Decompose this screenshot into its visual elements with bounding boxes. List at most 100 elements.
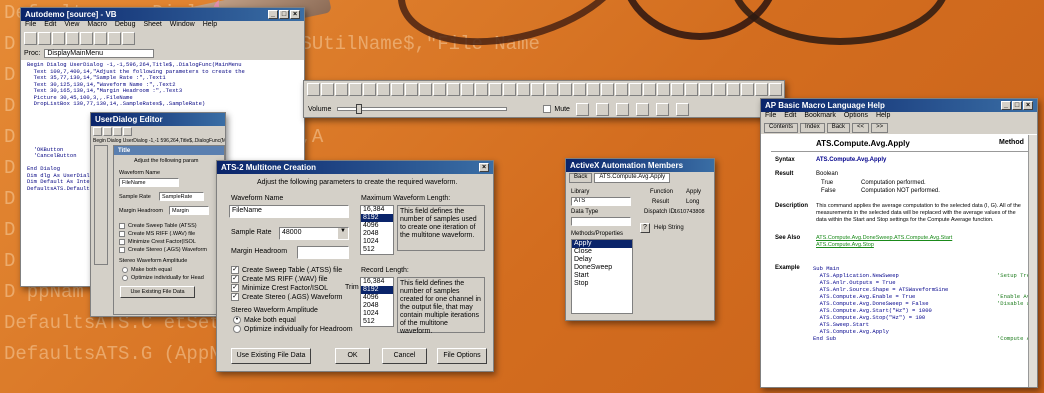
canvas-checkbox[interactable]: Create Sweep Table (ATSS): [119, 222, 207, 230]
method-item[interactable]: Delay: [572, 256, 632, 264]
help-nav-button[interactable]: <<: [852, 123, 870, 133]
tool-icon[interactable]: [615, 102, 629, 116]
toolbar-button-icon[interactable]: [391, 83, 404, 96]
minimize-icon[interactable]: _: [268, 10, 278, 19]
save-icon[interactable]: [52, 32, 65, 45]
list-item[interactable]: 4096: [361, 222, 393, 230]
maximize-icon[interactable]: □: [279, 10, 289, 19]
menu-item-sheet[interactable]: Sheet: [143, 21, 161, 31]
list-item[interactable]: 16,384: [361, 206, 393, 214]
waveform-name-input[interactable]: FileName: [229, 205, 349, 218]
toolbar-button-icon[interactable]: [713, 83, 726, 96]
menu-item-view[interactable]: View: [64, 21, 79, 31]
toolbar-button-icon[interactable]: [321, 83, 334, 96]
chevron-down-icon[interactable]: ▼: [338, 228, 348, 239]
tool-icon[interactable]: [655, 102, 669, 116]
run-icon[interactable]: [108, 32, 121, 45]
toolbar-button-icon[interactable]: [433, 83, 446, 96]
toolbar-button-icon[interactable]: [755, 83, 768, 96]
copy-icon[interactable]: [80, 32, 93, 45]
open-icon[interactable]: [38, 32, 51, 45]
toolbar-button-icon[interactable]: [741, 83, 754, 96]
toolbar-button-icon[interactable]: [573, 83, 586, 96]
canvas-checkbox[interactable]: Create Stereo (.AGS) Waveform: [119, 246, 207, 254]
list-item[interactable]: 4096: [361, 294, 393, 302]
tab-method[interactable]: ATS.Compute.Avg.Apply: [594, 173, 671, 183]
list-item[interactable]: 8192: [361, 214, 393, 222]
ok-button[interactable]: OK: [335, 348, 370, 364]
ats2-radio[interactable]: Optimize individually for Headroom: [233, 325, 353, 334]
ats2-checkbox[interactable]: ✓ Create Sweep Table (.ATSS) file: [231, 266, 343, 275]
list-item[interactable]: 512: [361, 246, 393, 254]
see-also-link[interactable]: ATS.Compute.Avg.DoneSweep.ATS.Compute.Av…: [816, 235, 952, 242]
canvas-use-existing-button[interactable]: Use Existing File Data: [120, 286, 195, 298]
help-menu-item-help[interactable]: Help: [876, 112, 890, 122]
toolbar-button-icon[interactable]: [601, 83, 614, 96]
ats2-radio[interactable]: • Make both equal: [233, 316, 353, 325]
tool-icon[interactable]: [635, 102, 649, 116]
cut-icon[interactable]: [66, 32, 79, 45]
list-item[interactable]: 2048: [361, 230, 393, 238]
help-menu-item-bookmark[interactable]: Bookmark: [804, 112, 836, 122]
canvas-checkbox[interactable]: Minimize Crest Factor(ISOL: [119, 238, 207, 246]
ats2-checkbox[interactable]: ✓ Minimize Crest Factor/ISOL: [231, 284, 343, 293]
file-options-button[interactable]: File Options: [437, 348, 487, 364]
paste-icon[interactable]: [94, 32, 107, 45]
menu-item-edit[interactable]: Edit: [44, 21, 56, 31]
toolbar-button-icon[interactable]: [517, 83, 530, 96]
use-existing-button[interactable]: Use Existing File Data: [231, 348, 311, 364]
menu-item-window[interactable]: Window: [170, 21, 195, 31]
cancel-button[interactable]: Cancel: [382, 348, 427, 364]
help-nav-button[interactable]: Index: [800, 123, 825, 133]
close-icon[interactable]: ×: [479, 163, 489, 172]
toolbar-button-icon[interactable]: [307, 83, 320, 96]
help-menu-item-edit[interactable]: Edit: [784, 112, 796, 122]
help-button[interactable]: ?: [640, 223, 650, 233]
toolbar-button-icon[interactable]: [447, 83, 460, 96]
method-item[interactable]: Start: [572, 272, 632, 280]
canvas-margin-input[interactable]: Margin: [169, 206, 209, 215]
sample-rate-select[interactable]: 48000 ▼: [279, 227, 349, 240]
toolbar-button-icon[interactable]: [545, 83, 558, 96]
toolbar-button-icon[interactable]: [685, 83, 698, 96]
margin-headroom-input[interactable]: [297, 246, 349, 259]
list-item[interactable]: 1024: [361, 310, 393, 318]
toolbar-button-icon[interactable]: [461, 83, 474, 96]
list-item[interactable]: 8192: [361, 286, 393, 294]
see-also-link[interactable]: ATS.Compute.Avg.Stop: [816, 242, 952, 249]
checkbox-box[interactable]: ✓: [231, 284, 239, 293]
ats2-checkbox[interactable]: ✓ Create Stereo (.AGS) Waveform: [231, 293, 343, 302]
cancel-tool-icon[interactable]: [103, 127, 112, 137]
max-length-list[interactable]: 16,384 8192 4096 2048 1024 512: [360, 205, 394, 255]
toolbar-button-icon[interactable]: [349, 83, 362, 96]
help-scrollbar[interactable]: [1028, 135, 1037, 387]
menu-item-debug[interactable]: Debug: [115, 21, 136, 31]
toolbar-button-icon[interactable]: [377, 83, 390, 96]
radio-circle[interactable]: [233, 325, 241, 334]
toolbar-button-icon[interactable]: [419, 83, 432, 96]
ats2-checkbox[interactable]: ✓ Create MS RIFF (.WAV) file: [231, 275, 343, 284]
help-nav-button[interactable]: >>: [871, 123, 889, 133]
help-menu-item-file[interactable]: File: [765, 112, 776, 122]
menu-item-help[interactable]: Help: [203, 21, 217, 31]
tab-back[interactable]: Back: [569, 173, 593, 183]
minimize-icon[interactable]: _: [1001, 101, 1011, 110]
list-item[interactable]: 2048: [361, 302, 393, 310]
method-item[interactable]: Stop: [572, 280, 632, 288]
toolbar-button-icon[interactable]: [615, 83, 628, 96]
toolbar-button-icon[interactable]: [405, 83, 418, 96]
help-menu-item-options[interactable]: Options: [844, 112, 868, 122]
help-nav-button[interactable]: Back: [826, 123, 851, 133]
volume-thumb[interactable]: [356, 104, 363, 114]
toolbar-button-icon[interactable]: [671, 83, 684, 96]
radio-circle[interactable]: •: [233, 316, 241, 325]
toolbar-button-icon[interactable]: [769, 83, 782, 96]
toolbar-button-icon[interactable]: [587, 83, 600, 96]
canvas-waveform-input[interactable]: FileName: [119, 178, 179, 187]
list-item[interactable]: 1024: [361, 238, 393, 246]
checkbox-box[interactable]: ✓: [231, 293, 239, 302]
stop-icon[interactable]: [122, 32, 135, 45]
ok-tool-icon[interactable]: [93, 127, 102, 137]
method-item[interactable]: Close: [572, 248, 632, 256]
toolbar-button-icon[interactable]: [363, 83, 376, 96]
